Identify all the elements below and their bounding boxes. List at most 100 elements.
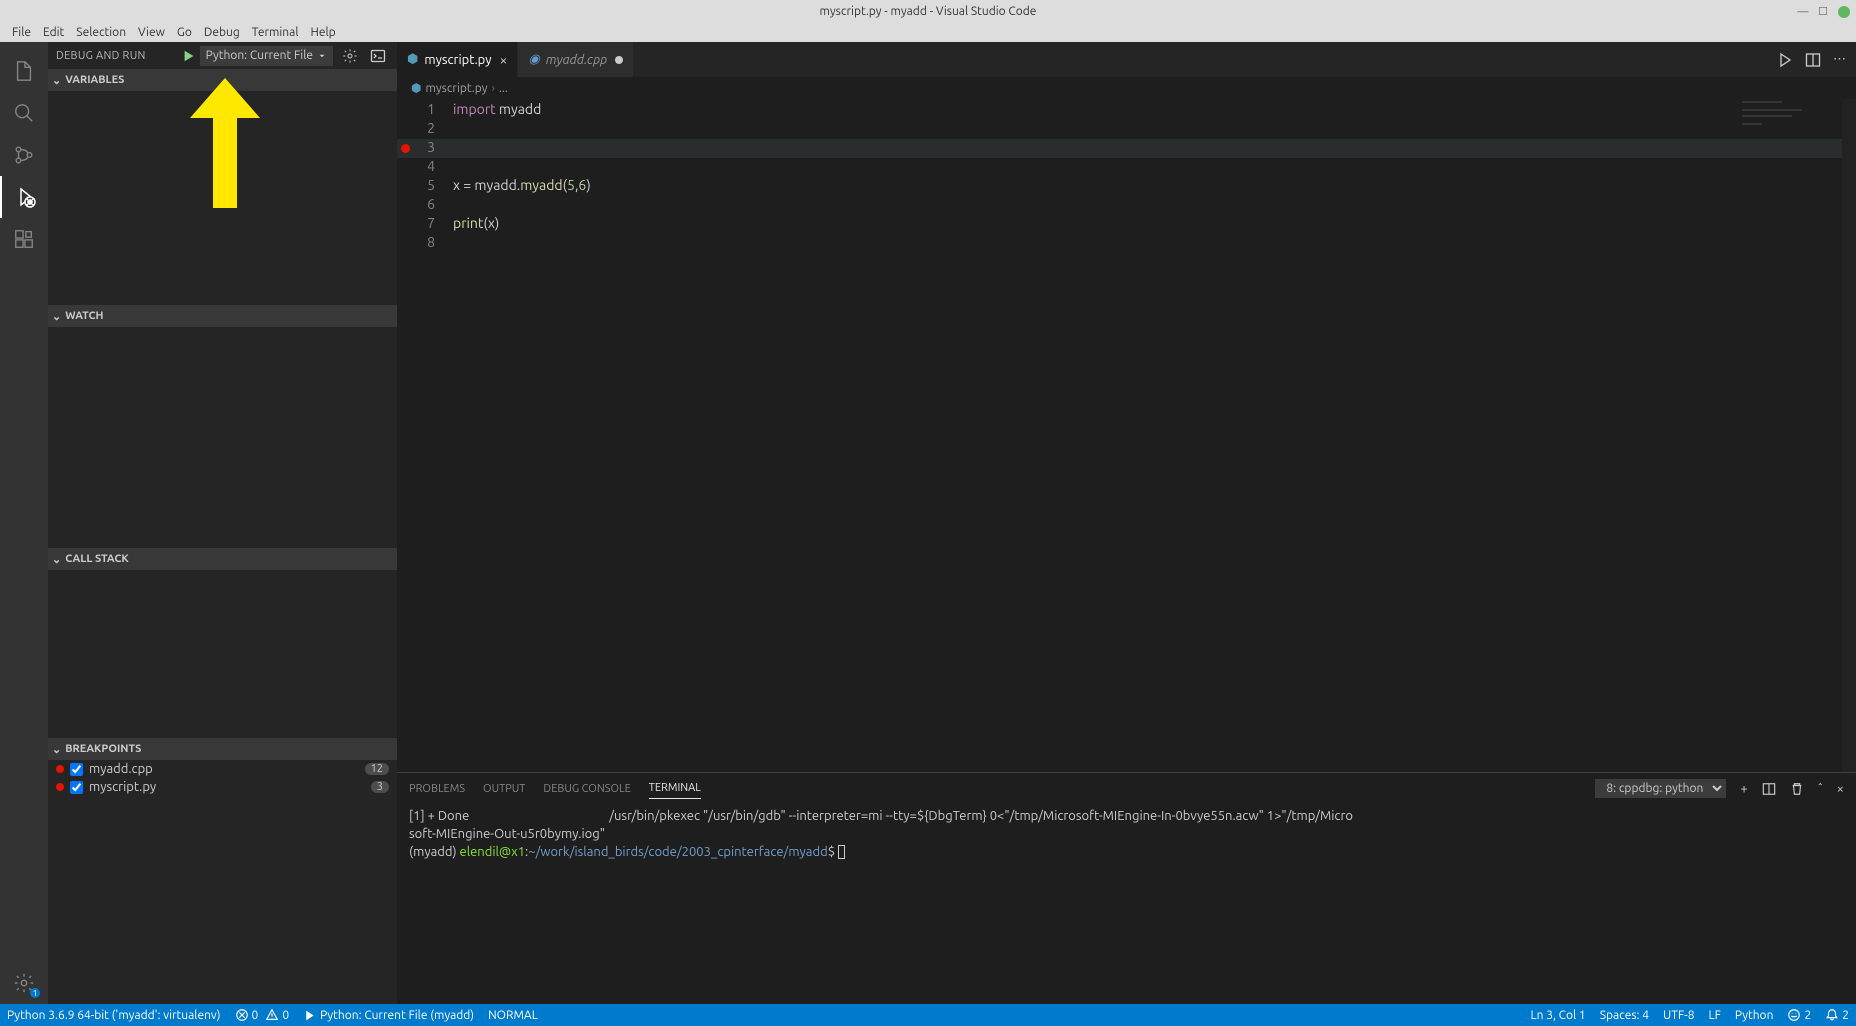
status-language[interactable]: Python — [1728, 1004, 1781, 1026]
menu-go[interactable]: Go — [171, 26, 198, 39]
breakpoint-file: myscript.py — [89, 780, 156, 794]
search-icon[interactable] — [0, 92, 48, 134]
debug-console-icon[interactable] — [367, 45, 389, 67]
status-cursor-position[interactable]: Ln 3, Col 1 — [1523, 1004, 1592, 1026]
debug-config-select[interactable]: Python: Current File — [200, 46, 333, 66]
breakpoints-section-header[interactable]: ⌄ BREAKPOINTS — [48, 738, 397, 760]
variables-label: VARIABLES — [65, 74, 124, 86]
extensions-icon[interactable] — [0, 218, 48, 260]
start-debugging-button[interactable] — [180, 47, 198, 65]
panel-tab-terminal[interactable]: TERMINAL — [649, 778, 701, 799]
panel: PROBLEMS OUTPUT DEBUG CONSOLE TERMINAL 8… — [397, 772, 1856, 1004]
breakpoints-label: BREAKPOINTS — [65, 743, 141, 755]
status-problems[interactable]: 0 0 — [228, 1004, 297, 1026]
breadcrumb[interactable]: ⬢ myscript.py › ... — [397, 77, 1856, 99]
tab-modified-dot-icon — [615, 56, 623, 64]
breakpoint-dot-icon — [56, 765, 64, 773]
breadcrumb-tail: ... — [499, 82, 508, 95]
panel-tab-problems[interactable]: PROBLEMS — [409, 779, 465, 799]
run-debug-icon[interactable] — [0, 176, 48, 218]
terminal-content[interactable]: [1] + Done/usr/bin/pkexec "/usr/bin/gdb"… — [397, 804, 1856, 1004]
menu-debug[interactable]: Debug — [198, 26, 246, 39]
split-terminal-icon[interactable] — [1762, 782, 1776, 796]
status-encoding[interactable]: UTF-8 — [1656, 1004, 1701, 1026]
tab-close-icon[interactable]: × — [500, 52, 508, 68]
breakpoint-line-badge: 3 — [371, 781, 389, 793]
breakpoint-dot-icon — [56, 783, 64, 791]
more-actions-icon[interactable]: ⋯ — [1833, 52, 1846, 67]
menu-edit[interactable]: Edit — [37, 26, 70, 39]
status-eol[interactable]: LF — [1701, 1004, 1727, 1026]
maximize-button[interactable]: ☐ — [1818, 7, 1828, 17]
chevron-right-icon: › — [492, 82, 495, 95]
line-number: 5 — [427, 177, 435, 193]
maximize-panel-icon[interactable]: ˆ — [1818, 782, 1823, 796]
terminal-select[interactable]: 8: cppdbg: python — [1595, 779, 1726, 798]
menu-file[interactable]: File — [6, 26, 37, 39]
menu-selection[interactable]: Selection — [70, 26, 132, 39]
run-icon[interactable] — [1777, 52, 1793, 68]
menu-view[interactable]: View — [132, 26, 171, 39]
panel-tab-output[interactable]: OUTPUT — [483, 779, 525, 799]
tab-label: myscript.py — [424, 53, 491, 67]
terminal-cursor — [838, 845, 845, 859]
line-number: 6 — [427, 196, 435, 212]
menu-help[interactable]: Help — [304, 26, 341, 39]
status-bar: Python 3.6.9 64-bit ('myadd': virtualenv… — [0, 1004, 1856, 1026]
callstack-section-header[interactable]: ⌄ CALL STACK — [48, 548, 397, 570]
chevron-down-icon: ⌄ — [52, 310, 61, 323]
debug-sidebar: DEBUG AND RUN Python: Current File — [48, 42, 397, 1004]
kill-terminal-icon[interactable] — [1790, 782, 1804, 796]
breakpoint-file: myadd.cpp — [89, 762, 153, 776]
titlebar: myscript.py - myadd - Visual Studio Code… — [0, 0, 1856, 23]
breakpoint-line-badge: 12 — [365, 763, 389, 775]
panel-tab-debug-console[interactable]: DEBUG CONSOLE — [543, 779, 630, 799]
close-button[interactable] — [1838, 6, 1850, 18]
tab-myadd-cpp[interactable]: ◉ myadd.cpp — [518, 42, 634, 77]
code-area[interactable]: import myadd print("going to ADD SOME NU… — [453, 99, 1856, 772]
menu-terminal[interactable]: Terminal — [246, 26, 305, 39]
breakpoint-checkbox[interactable] — [70, 781, 83, 794]
scrollbar[interactable] — [1842, 99, 1856, 772]
status-feedback[interactable]: 2 — [1780, 1004, 1818, 1026]
breakpoint-item[interactable]: myscript.py 3 — [48, 778, 397, 796]
debug-config-label: Python: Current File — [206, 49, 313, 62]
tab-myscript[interactable]: ⬢ myscript.py × — [397, 42, 518, 77]
status-debug-config[interactable]: Python: Current File (myadd) — [296, 1004, 481, 1026]
editor-actions: ⋯ — [1777, 42, 1856, 77]
variables-section-header[interactable]: ⌄ VARIABLES — [48, 69, 397, 91]
editor[interactable]: 1 2 3 4 5 6 7 8 import myadd print("goin… — [397, 99, 1856, 772]
explorer-icon[interactable] — [0, 50, 48, 92]
gutter[interactable]: 1 2 3 4 5 6 7 8 — [397, 99, 453, 772]
panel-tabs: PROBLEMS OUTPUT DEBUG CONSOLE TERMINAL 8… — [397, 773, 1856, 804]
python-file-icon: ⬢ — [407, 52, 418, 67]
chevron-down-icon: ⌄ — [52, 553, 61, 566]
line-number: 2 — [427, 120, 435, 136]
tab-bar: ⬢ myscript.py × ◉ myadd.cpp ⋯ — [397, 42, 1856, 77]
breakpoint-dot-icon[interactable] — [401, 144, 410, 153]
configure-gear-icon[interactable] — [339, 45, 361, 67]
minimize-button[interactable]: — — [1798, 7, 1808, 17]
callstack-label: CALL STACK — [65, 553, 128, 565]
line-number: 3 — [427, 139, 435, 155]
breakpoint-checkbox[interactable] — [70, 763, 83, 776]
watch-label: WATCH — [65, 310, 103, 322]
settings-gear-icon[interactable]: 1 — [0, 962, 48, 1004]
status-python-interpreter[interactable]: Python 3.6.9 64-bit ('myadd': virtualenv… — [0, 1004, 228, 1026]
minimap[interactable] — [1742, 99, 1842, 299]
status-indentation[interactable]: Spaces: 4 — [1593, 1004, 1656, 1026]
close-panel-icon[interactable]: × — [1837, 782, 1844, 796]
new-terminal-icon[interactable]: + — [1740, 782, 1747, 796]
watch-section-header[interactable]: ⌄ WATCH — [48, 305, 397, 327]
breakpoint-item[interactable]: myadd.cpp 12 — [48, 760, 397, 778]
status-notifications[interactable]: 2 — [1818, 1004, 1856, 1026]
line-number: 4 — [427, 158, 435, 174]
window-controls: — ☐ — [1798, 6, 1850, 18]
breadcrumb-file: myscript.py — [425, 82, 487, 95]
split-editor-icon[interactable] — [1805, 52, 1821, 68]
status-vim-mode[interactable]: NORMAL — [481, 1004, 545, 1026]
source-control-icon[interactable] — [0, 134, 48, 176]
menubar: File Edit Selection View Go Debug Termin… — [0, 23, 1856, 42]
python-file-icon: ⬢ — [411, 81, 421, 95]
activity-bar: 1 — [0, 42, 48, 1004]
